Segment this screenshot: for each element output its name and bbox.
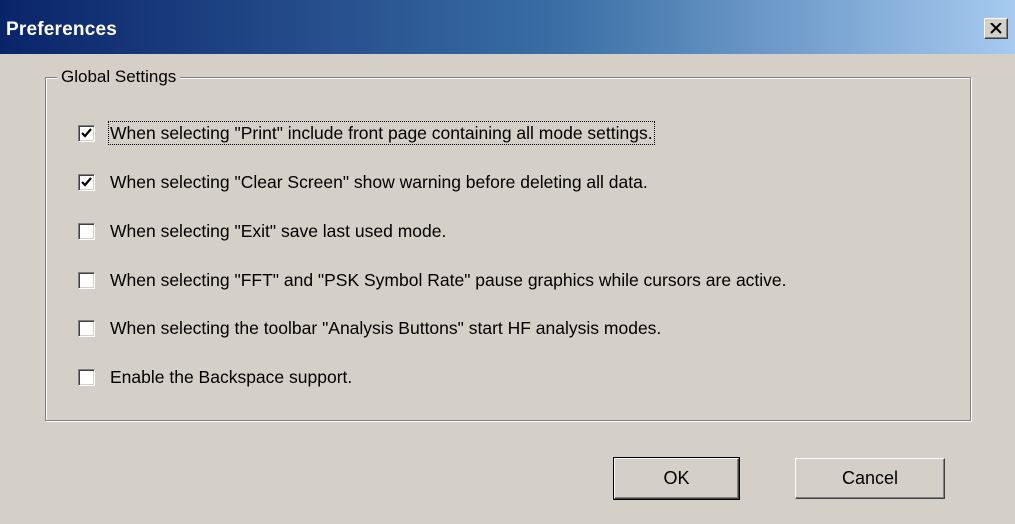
option-analysis-buttons[interactable]: When selecting the toolbar "Analysis But… <box>78 316 662 340</box>
clear-screen-warning-label: When selecting "Clear Screen" show warni… <box>110 172 648 192</box>
option-print-front-page[interactable]: When selecting "Print" include front pag… <box>78 121 655 145</box>
preferences-dialog: Preferences Global Settings When selecti… <box>0 0 1015 524</box>
fft-pause-graphics-label: When selecting "FFT" and "PSK Symbol Rat… <box>110 270 787 290</box>
exit-save-mode-label: When selecting "Exit" save last used mod… <box>110 221 447 241</box>
print-front-page-label: When selecting "Print" include front pag… <box>108 121 655 145</box>
window-title: Preferences <box>6 19 117 40</box>
exit-save-mode-checkbox[interactable] <box>78 222 95 240</box>
print-front-page-checkbox[interactable] <box>78 124 95 142</box>
clear-screen-warning-checkbox[interactable] <box>78 173 95 191</box>
title-bar[interactable]: Preferences <box>0 0 1015 54</box>
checkmark-icon <box>81 176 92 187</box>
option-backspace-support[interactable]: Enable the Backspace support. <box>78 365 353 389</box>
backspace-support-checkbox[interactable] <box>78 368 95 386</box>
global-settings-legend: Global Settings <box>57 66 181 88</box>
option-exit-save-mode[interactable]: When selecting "Exit" save last used mod… <box>78 219 447 243</box>
ok-button[interactable]: OK <box>613 457 740 500</box>
analysis-buttons-label: When selecting the toolbar "Analysis But… <box>110 318 662 338</box>
option-fft-pause-graphics[interactable]: When selecting "FFT" and "PSK Symbol Rat… <box>78 268 788 292</box>
close-icon <box>990 23 1002 34</box>
fft-pause-graphics-checkbox[interactable] <box>78 271 95 289</box>
close-button[interactable] <box>984 18 1008 39</box>
option-clear-screen-warning[interactable]: When selecting "Clear Screen" show warni… <box>78 170 649 194</box>
analysis-buttons-checkbox[interactable] <box>78 319 95 337</box>
backspace-support-label: Enable the Backspace support. <box>110 367 353 387</box>
cancel-button[interactable]: Cancel <box>795 458 945 499</box>
checkmark-icon <box>81 127 92 138</box>
